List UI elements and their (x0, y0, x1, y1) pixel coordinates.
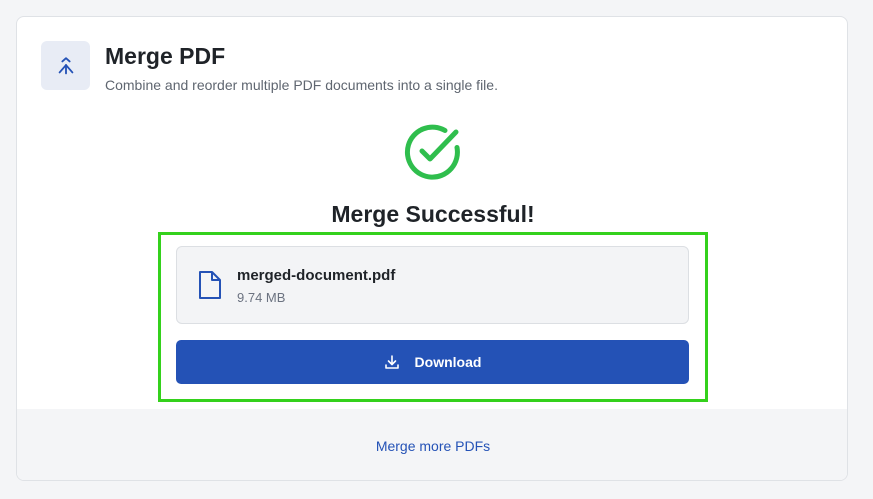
merge-pdf-card: Merge PDF Combine and reorder multiple P… (16, 16, 848, 481)
file-size: 9.74 MB (237, 290, 286, 305)
merge-more-link[interactable]: Merge more PDFs (376, 438, 490, 454)
merge-icon (58, 56, 73, 74)
download-icon (384, 355, 399, 369)
check-circle-icon (404, 124, 460, 180)
merged-file-card: merged-document.pdf 9.74 MB (176, 246, 689, 324)
download-button[interactable]: Download (176, 340, 689, 384)
card-footer: Merge more PDFs (17, 409, 847, 480)
merge-tool-badge (41, 41, 90, 90)
file-name: merged-document.pdf (237, 267, 396, 284)
file-icon (199, 271, 221, 299)
page-subtitle: Combine and reorder multiple PDF documen… (105, 77, 498, 93)
page-title: Merge PDF (105, 43, 226, 69)
download-label: Download (414, 354, 482, 370)
success-heading: Merge Successful! (331, 201, 535, 227)
